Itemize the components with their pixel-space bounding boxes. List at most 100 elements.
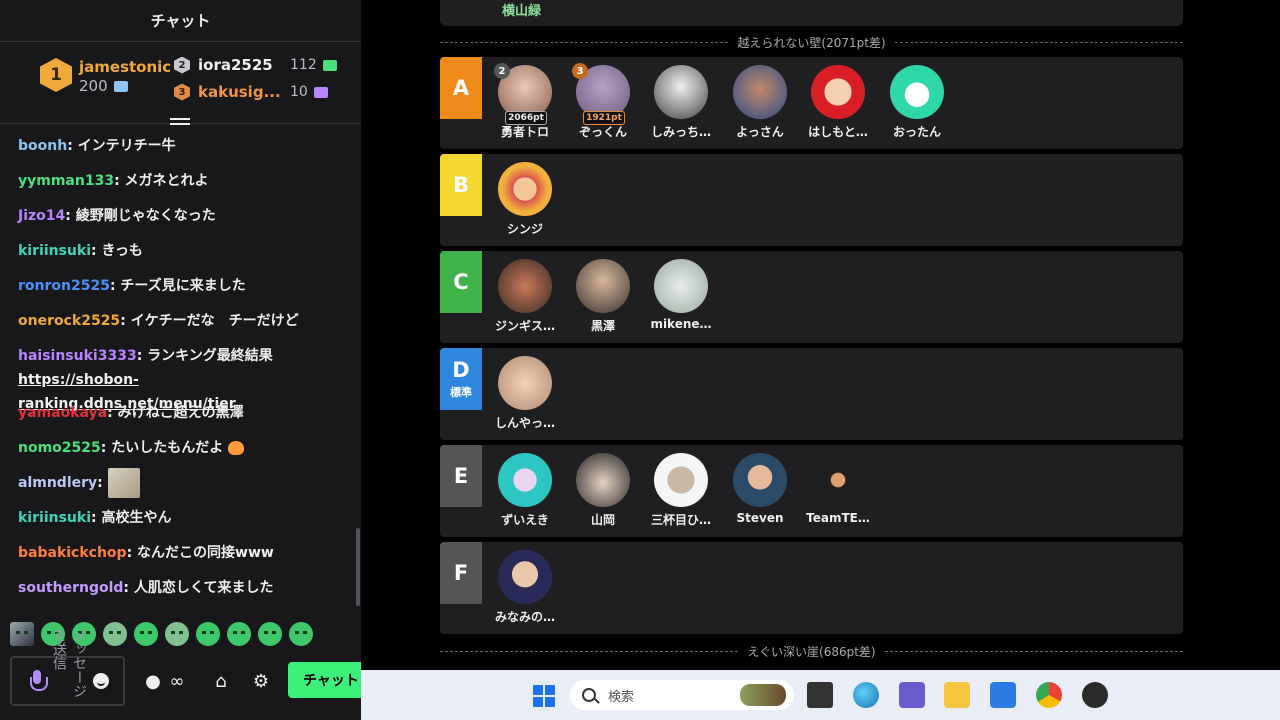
emote-icon[interactable]: [227, 622, 251, 646]
chat-username[interactable]: boonh: [18, 138, 67, 154]
obs-icon[interactable]: [1082, 682, 1108, 708]
bits-icon: [113, 80, 128, 92]
chat-message: almndlery:: [18, 468, 348, 498]
collapse-leaderboard-icon[interactable]: [170, 115, 190, 131]
chat-text: : きっも: [91, 243, 143, 259]
chat-username[interactable]: yymman133: [18, 173, 114, 189]
emote-icon[interactable]: [289, 622, 313, 646]
edge-browser-icon[interactable]: [853, 682, 879, 708]
emote-icon[interactable]: [103, 622, 127, 646]
chat-text: : 綾野剛じゃなくなった: [65, 208, 216, 224]
chat-message: southerngold: 人肌恋しくて来ました: [18, 576, 348, 600]
chat-message: ronron2525: チーズ見に来ました: [18, 274, 348, 298]
tier-member[interactable]: Steven: [720, 453, 800, 525]
channel-points-icon[interactable]: ●: [143, 670, 163, 692]
infinity-icon[interactable]: ∞: [164, 670, 190, 692]
taskbar-search[interactable]: 検索: [570, 680, 794, 710]
tier-tag-c: C: [440, 251, 482, 313]
tier-member[interactable]: シンジ: [485, 162, 565, 237]
tier-member[interactable]: mikene…: [641, 259, 721, 331]
cat-emote-icon: [228, 441, 245, 455]
chat-username[interactable]: ronron2525: [18, 278, 110, 294]
chat-text: :: [97, 475, 108, 491]
chat-message: Jizo14: 綾野剛じゃなくなった: [18, 204, 348, 228]
chat-input[interactable]: メッセージを送信: [10, 628, 125, 706]
microphone-icon[interactable]: [30, 670, 48, 692]
chat-text: : 人肌恋しくて来ました: [123, 580, 274, 596]
chat-text: : ランキング最終結果: [136, 348, 273, 364]
chat-username[interactable]: nomo2525: [18, 440, 101, 456]
tier-member[interactable]: おったん: [877, 65, 957, 140]
tier-row-a: A 2 2066pt 勇者トロ 3 1921pt ぞっくん しみっち… よっさん はしも…: [440, 57, 1183, 149]
store-icon[interactable]: ⌂: [210, 670, 232, 692]
avatar: 2 2066pt: [494, 63, 552, 125]
tier-member[interactable]: 三杯目ひ…: [641, 453, 721, 528]
tier-member[interactable]: 3 1921pt ぞっくん: [563, 63, 643, 140]
top-tier-card: 横山緑: [440, 0, 1183, 26]
chat-username[interactable]: Jizo14: [18, 208, 65, 224]
avatar: [498, 356, 552, 410]
chat-message: boonh: インテリチー牛: [18, 134, 348, 158]
tier-tag-a: A: [440, 57, 482, 119]
task-view-icon[interactable]: [807, 682, 833, 708]
tier-row-c: C ジンギス… 黒澤 mikene…: [440, 251, 1183, 343]
emote-icon[interactable]: [258, 622, 282, 646]
tier-row-f: F みなみの…: [440, 542, 1183, 634]
leaderboard-first[interactable]: 1 jamestonic 200: [40, 58, 171, 96]
store-app-icon[interactable]: [990, 682, 1016, 708]
tier-member[interactable]: 黒澤: [563, 259, 643, 334]
emote-icon[interactable]: [165, 622, 189, 646]
leaderboard-second[interactable]: 2 iora2525 112: [174, 54, 337, 76]
emote-icon[interactable]: [196, 622, 220, 646]
chat-text: : チーズ見に来ました: [109, 278, 246, 294]
avatar: [811, 65, 865, 119]
cat-photo-emote-icon: [107, 468, 140, 498]
bits-leaderboard: 1 jamestonic 200 2 iora2525 112 3 kakusi…: [0, 42, 361, 124]
chat-send-button[interactable]: チャット: [288, 662, 368, 698]
leaderboard-third[interactable]: 3 kakusig... 10: [174, 81, 328, 103]
tier-row-e: E ずいえき 山岡 三杯目ひ… Steven TeamTE…: [440, 445, 1183, 537]
search-highlight-image: [740, 684, 786, 706]
divider-label: 越えられない壁(2071pt差): [729, 34, 894, 51]
emote-icon[interactable]: [10, 622, 34, 646]
tier-member[interactable]: 2 2066pt 勇者トロ: [485, 63, 565, 140]
rank-2-badge: 2: [174, 56, 190, 74]
chat-username[interactable]: yamaokaya: [18, 405, 107, 421]
tier-member[interactable]: ジンギス…: [485, 259, 565, 334]
chat-username[interactable]: almndlery: [18, 475, 97, 491]
tier-tag-b: B: [440, 154, 482, 216]
file-explorer-icon[interactable]: [944, 682, 970, 708]
tier-member[interactable]: しんやっ…: [485, 356, 565, 431]
teams-icon[interactable]: [899, 682, 925, 708]
tier-divider: 越えられない壁(2071pt差): [440, 32, 1183, 52]
tier-member[interactable]: ずいえき: [485, 453, 565, 528]
chat-username[interactable]: babakickchop: [18, 545, 127, 561]
tier-member[interactable]: みなみの…: [485, 550, 565, 625]
tier-member[interactable]: はしもと…: [798, 65, 878, 140]
chat-username[interactable]: onerock2525: [18, 313, 120, 329]
chat-username[interactable]: kiriinsuki: [18, 243, 91, 259]
tier-member[interactable]: 山岡: [563, 453, 643, 528]
chat-username[interactable]: haisinsuki3333: [18, 348, 137, 364]
avatar: [654, 453, 708, 507]
chat-message: yamaokaya: みけねこ超えの黒澤: [18, 401, 348, 425]
leaderboard-third-points: 10: [290, 84, 308, 100]
chat-scrollbar[interactable]: [356, 528, 360, 606]
chrome-icon[interactable]: [1036, 682, 1062, 708]
leaderboard-second-name: iora2525: [198, 56, 273, 74]
emote-icon[interactable]: [134, 622, 158, 646]
tier-member[interactable]: よっさん: [720, 65, 800, 140]
start-menu-icon[interactable]: [533, 685, 555, 707]
chat-username[interactable]: kiriinsuki: [18, 510, 91, 526]
chat-message: kiriinsuki: きっも: [18, 239, 348, 263]
settings-gear-icon[interactable]: ⚙: [251, 670, 271, 692]
tier-member[interactable]: TeamTE…: [798, 453, 878, 525]
tier-member[interactable]: しみっち…: [641, 65, 721, 140]
bits-icon: [313, 86, 328, 98]
chat-text: : たいしたもんだよ: [100, 440, 224, 456]
avatar: [733, 65, 787, 119]
bits-icon: [322, 59, 337, 71]
chat-message: yymman133: メガネとれよ: [18, 169, 348, 193]
emoji-picker-icon[interactable]: [93, 673, 109, 689]
chat-username[interactable]: southerngold: [18, 580, 123, 596]
